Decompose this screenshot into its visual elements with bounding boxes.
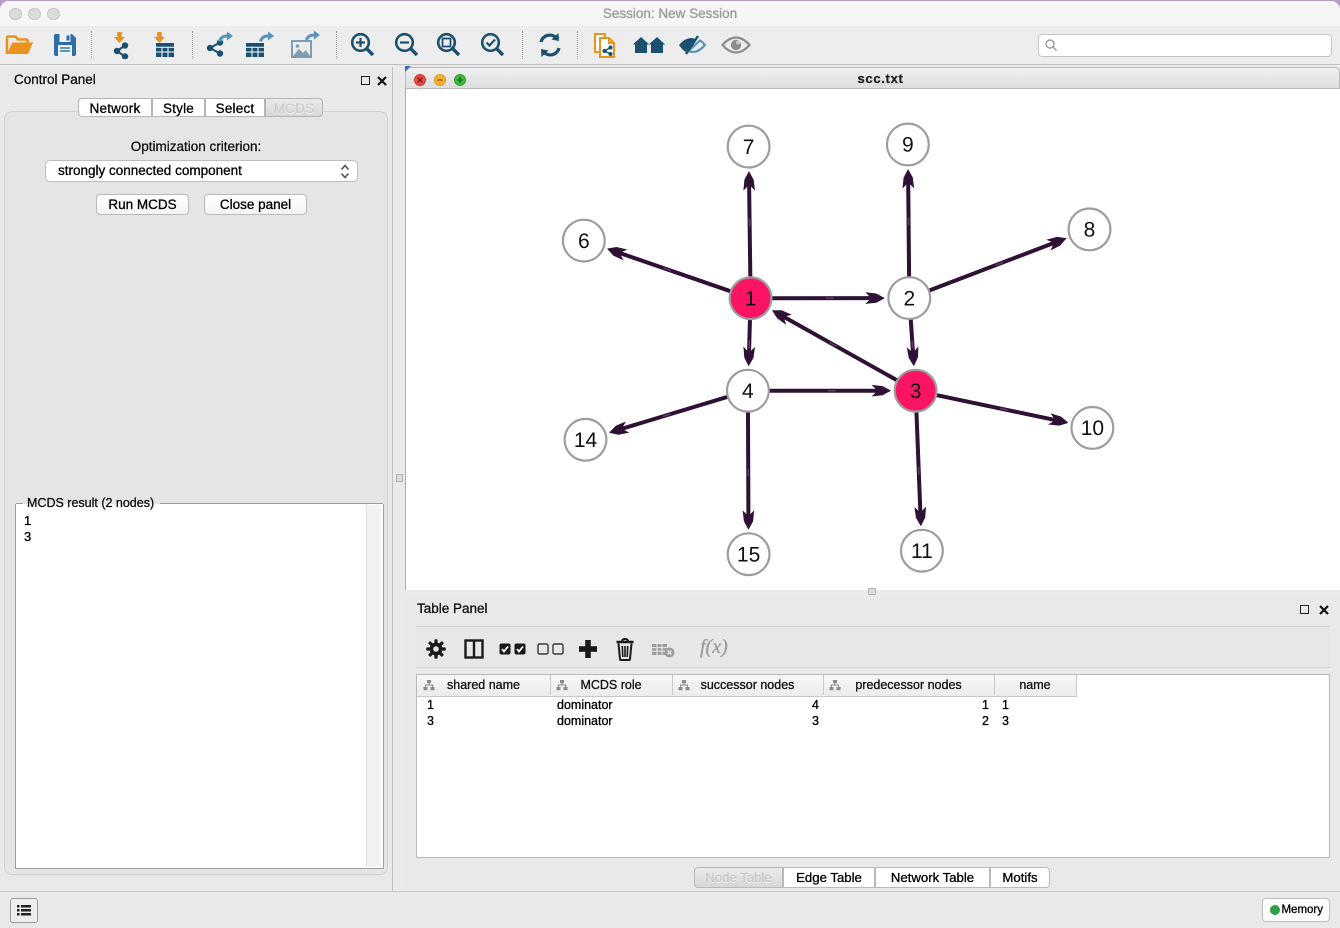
svg-text:9: 9: [902, 134, 914, 157]
svg-text:2: 2: [903, 287, 915, 310]
svg-text:15: 15: [737, 543, 760, 566]
svg-text:6: 6: [578, 230, 590, 253]
svg-text:1: 1: [745, 287, 757, 310]
svg-text:11: 11: [911, 540, 933, 563]
svg-text:10: 10: [1081, 417, 1104, 440]
svg-text:8: 8: [1084, 219, 1096, 242]
svg-text:3: 3: [910, 380, 922, 403]
svg-text:7: 7: [743, 136, 755, 159]
svg-text:14: 14: [574, 429, 598, 452]
svg-text:4: 4: [742, 380, 754, 403]
